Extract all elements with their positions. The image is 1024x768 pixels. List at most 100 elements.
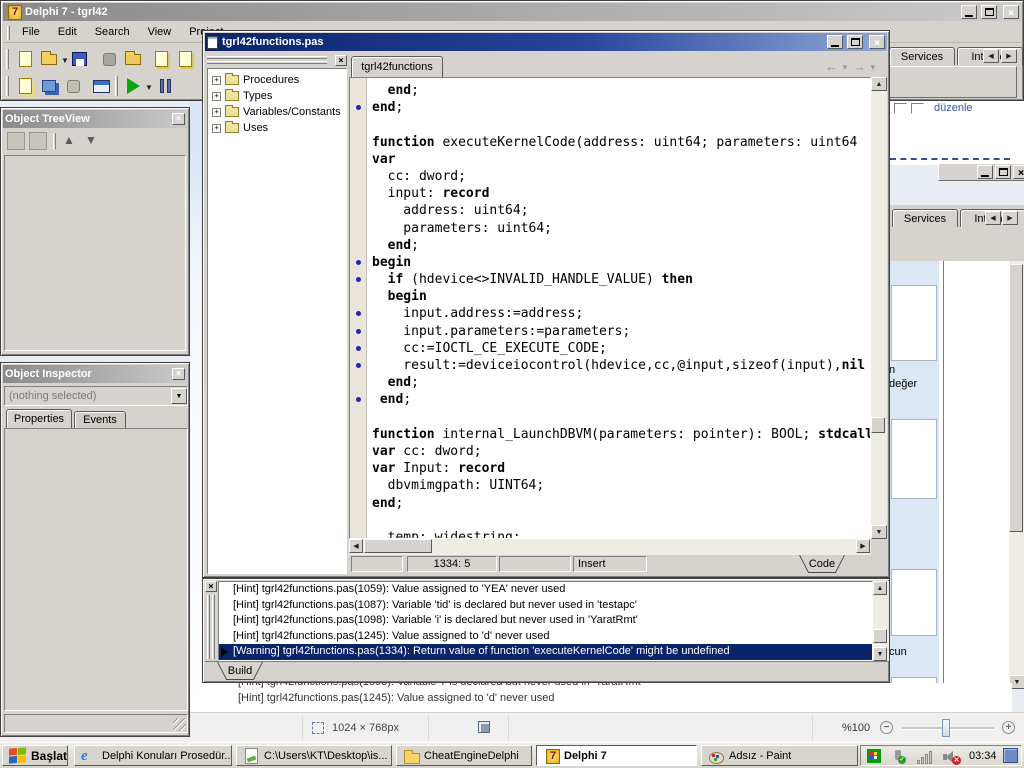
menu-grip[interactable]: [7, 26, 10, 40]
form-input[interactable]: [891, 569, 937, 636]
code-line[interactable]: end;: [372, 391, 870, 408]
taskbar-button-cheatenginedelphi[interactable]: CheatEngineDelphi: [396, 745, 532, 766]
close-icon[interactable]: ×: [335, 55, 347, 66]
code-line[interactable]: dbvmimgpath: UINT64;: [372, 477, 870, 494]
chevron-down-icon[interactable]: ▼: [171, 388, 187, 404]
delete-item-button[interactable]: [29, 132, 47, 150]
code-line[interactable]: [372, 512, 870, 529]
new-file-button[interactable]: [13, 47, 37, 71]
add-file-button[interactable]: [149, 47, 173, 71]
message-row[interactable]: [Hint] tgrl42functions.pas(1098): Variab…: [219, 613, 872, 629]
scroll-up-button[interactable]: ▲: [873, 581, 887, 595]
code-line[interactable]: function executeKernelCode(address: uint…: [372, 134, 870, 151]
code-line[interactable]: [372, 409, 870, 426]
code-line[interactable]: address: uint64;: [372, 202, 870, 219]
palette-scroll-right-button[interactable]: ▶: [1001, 49, 1017, 63]
tab-tgrl42functions[interactable]: tgrl42functions: [351, 56, 443, 77]
explorer-item-variables-constants[interactable]: +Variables/Constants: [208, 104, 346, 120]
zoom-slider-thumb[interactable]: [942, 719, 950, 737]
background-duzenle-link[interactable]: düzenle: [934, 102, 973, 114]
palette-tab-services[interactable]: Services: [892, 209, 958, 227]
code-line[interactable]: var Input: record: [372, 460, 870, 477]
close-button[interactable]: ×: [869, 35, 885, 49]
message-row[interactable]: [Hint] tgrl42functions.pas(1245): Value …: [219, 629, 872, 645]
scrollbar-track[interactable]: ▼: [1009, 261, 1024, 683]
code-line[interactable]: begin: [372, 254, 870, 271]
browse-forward-button[interactable]: →: [853, 59, 866, 74]
explorer-dock-bar[interactable]: ×: [207, 55, 347, 67]
object-inspector-title-bar[interactable]: Object Inspector ×: [3, 365, 187, 383]
close-button[interactable]: ×: [1003, 5, 1019, 19]
messages-vscrollbar[interactable]: ▲ ▼: [873, 581, 889, 661]
expand-icon[interactable]: +: [212, 76, 221, 85]
maximize-button[interactable]: [981, 5, 997, 19]
start-button[interactable]: Başlat: [2, 745, 68, 766]
save-all-button[interactable]: [97, 47, 121, 71]
maximize-button[interactable]: [995, 165, 1011, 179]
code-line[interactable]: var cc: dword;: [372, 443, 870, 460]
explorer-item-procedures[interactable]: +Procedures: [208, 72, 346, 88]
taskbar-button-delphi-7[interactable]: Delphi 7: [536, 745, 697, 766]
tab-events[interactable]: Events: [74, 411, 126, 428]
code-line[interactable]: end;: [372, 237, 870, 254]
scrollbar-thumb[interactable]: [1009, 264, 1023, 532]
code-line[interactable]: cc:=IOCTL_CE_EXECUTE_CODE;: [372, 340, 870, 357]
code-line[interactable]: end;: [372, 495, 870, 512]
expand-icon[interactable]: +: [212, 108, 221, 117]
tray-app-icon[interactable]: [867, 749, 881, 763]
breakpoint-dot-icon[interactable]: [356, 346, 361, 351]
toggle-form-unit-button[interactable]: [61, 74, 85, 98]
code-line[interactable]: end;: [372, 82, 870, 99]
code-line[interactable]: if (hdevice<>INVALID_HANDLE_VALUE) then: [372, 271, 870, 288]
palette-tab-services[interactable]: Services: [889, 47, 955, 65]
close-icon[interactable]: ×: [172, 113, 185, 125]
tray-clock[interactable]: 03:34: [969, 750, 997, 762]
code-line[interactable]: begin: [372, 288, 870, 305]
messages-dock-bar[interactable]: ×: [205, 581, 218, 661]
code-explorer-panel[interactable]: +Procedures+Types+Variables/Constants+Us…: [207, 68, 347, 574]
tray-network-icon[interactable]: [917, 749, 933, 765]
code-line[interactable]: input: record: [372, 185, 870, 202]
taskbar-button-c-users-kt-desktop-is[interactable]: C:\Users\KT\Desktop\is...: [236, 745, 392, 766]
view-unit-button[interactable]: [13, 74, 37, 98]
zoom-in-button[interactable]: +: [1002, 721, 1015, 734]
tray-usb-icon[interactable]: ✓: [891, 749, 907, 765]
tab-properties[interactable]: Properties: [6, 409, 72, 428]
maximize-button[interactable]: [847, 35, 863, 49]
editor-hscrollbar[interactable]: ◀ ▶: [349, 539, 871, 555]
browse-back-button[interactable]: ←: [825, 59, 838, 74]
code-line[interactable]: result:=deviceiocontrol(hdevice,cc,@inpu…: [372, 357, 870, 374]
run-button[interactable]: [121, 74, 145, 98]
code-editor-area[interactable]: end; end; function executeKernelCode(addre…: [349, 77, 871, 539]
menu-item-search[interactable]: Search: [86, 23, 139, 41]
scroll-up-button[interactable]: ▲: [871, 77, 887, 91]
minimize-button[interactable]: [961, 5, 977, 19]
minimize-button[interactable]: [827, 35, 843, 49]
tray-volume-muted-icon[interactable]: ✕: [943, 749, 959, 765]
code-line[interactable]: input.address:=address;: [372, 305, 870, 322]
expand-icon[interactable]: +: [212, 92, 221, 101]
scroll-right-button[interactable]: ▶: [856, 539, 870, 553]
minimize-button[interactable]: [977, 165, 993, 179]
object-selector-combobox[interactable]: (nothing selected) ▼: [4, 386, 188, 406]
scrollbar-thumb[interactable]: [364, 539, 432, 553]
object-treeview-panel[interactable]: [4, 155, 186, 351]
message-row-selected[interactable]: [Warning] tgrl42functions.pas(1334): Ret…: [219, 644, 872, 660]
menu-item-edit[interactable]: Edit: [49, 23, 86, 41]
scroll-down-button[interactable]: ▼: [871, 525, 887, 539]
messages-list[interactable]: [Hint] tgrl42functions.pas(1059): Value …: [218, 581, 873, 661]
breakpoint-dot-icon[interactable]: [356, 329, 361, 334]
open-project-button[interactable]: [121, 47, 145, 71]
code-line[interactable]: [372, 116, 870, 133]
editor-vscrollbar[interactable]: ▲ ▼: [871, 77, 887, 539]
palette-scroll-right-button[interactable]: ▶: [1002, 211, 1018, 225]
new-form-button[interactable]: [89, 74, 113, 98]
message-row[interactable]: [Hint] tgrl42functions.pas(1059): Value …: [219, 582, 872, 598]
view-form-button[interactable]: [37, 74, 61, 98]
run-dropdown-caret[interactable]: ▼: [145, 83, 153, 92]
menu-item-file[interactable]: File: [13, 23, 49, 41]
code-line[interactable]: function internal_LaunchDBVM(parameters:…: [372, 426, 870, 443]
toolbar-grip[interactable]: [6, 49, 9, 69]
code-line[interactable]: parameters: uint64;: [372, 220, 870, 237]
save-button[interactable]: [67, 47, 91, 71]
